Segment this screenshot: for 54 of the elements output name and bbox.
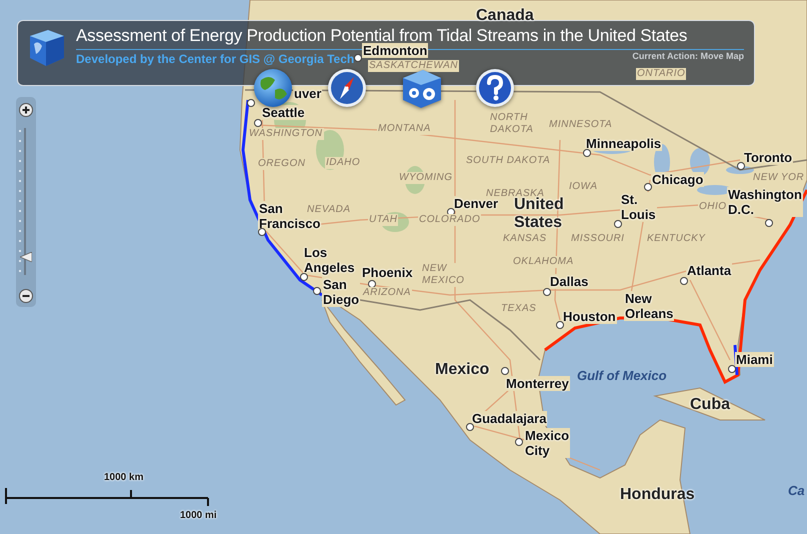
city-label: Dallas bbox=[549, 274, 590, 289]
state-label: OKLAHOMA bbox=[512, 256, 575, 268]
country-label: Mexico bbox=[435, 361, 490, 379]
zoom-slider-track[interactable] bbox=[19, 128, 31, 275]
city-label: Monterrey bbox=[505, 376, 570, 391]
city-label: uver bbox=[293, 86, 322, 101]
country-label: Honduras bbox=[620, 486, 695, 504]
city-marker-icon bbox=[614, 220, 622, 228]
zoom-out-icon[interactable] bbox=[19, 289, 33, 303]
city-label: Phoenix bbox=[361, 265, 414, 280]
city-label: San Diego bbox=[322, 277, 360, 307]
city-label: Chicago bbox=[651, 172, 704, 187]
country-label: Canada bbox=[476, 7, 534, 25]
compass-icon[interactable] bbox=[327, 68, 367, 108]
city-label: Guadalajara bbox=[471, 411, 548, 426]
app-subtitle: Developed by the Center for GIS @ Georgia Tech bbox=[76, 52, 354, 66]
city-label: Washington D.C. bbox=[727, 187, 803, 217]
city-label: Miami bbox=[735, 352, 774, 367]
city-label: Mexico City bbox=[524, 428, 570, 458]
city-label: Los Angeles bbox=[303, 245, 356, 275]
city-marker-icon bbox=[583, 149, 591, 157]
state-label: UTAH bbox=[368, 214, 398, 226]
city-label: Seattle bbox=[261, 105, 306, 120]
city-label: Denver bbox=[453, 196, 500, 211]
city-label: Minneapolis bbox=[585, 136, 662, 151]
city-label: St. Louis bbox=[620, 192, 657, 222]
state-label: COLORADO bbox=[418, 214, 482, 226]
city-label: Houston bbox=[562, 309, 617, 324]
city-marker-icon bbox=[466, 423, 474, 431]
zoom-in-icon[interactable] bbox=[19, 103, 33, 117]
water-label: Gulf of Mexico bbox=[577, 368, 667, 383]
city-marker-icon bbox=[556, 321, 564, 329]
state-label: WYOMING bbox=[398, 172, 454, 184]
scale-label: 1000 mi bbox=[180, 510, 217, 521]
state-label: ONTARIO bbox=[636, 68, 686, 80]
state-label: SASKATCHEWAN bbox=[368, 60, 459, 72]
state-label: IDAHO bbox=[325, 157, 362, 169]
zoom-slider-thumb[interactable] bbox=[20, 252, 32, 262]
state-label: WASHINGTON bbox=[248, 128, 324, 140]
city-label: Toronto bbox=[743, 150, 794, 165]
city-label: New Orleans bbox=[624, 291, 674, 321]
state-label: MONTANA bbox=[377, 123, 432, 135]
scale-label: 1000 km bbox=[104, 472, 144, 483]
city-marker-icon bbox=[258, 228, 266, 236]
state-label: NEW MEXICO bbox=[421, 263, 466, 287]
state-label: OHIO bbox=[698, 201, 728, 213]
current-action-status: Current Action: Move Map bbox=[632, 51, 744, 61]
water-label: Ca bbox=[788, 483, 805, 498]
country-label: Cuba bbox=[690, 396, 730, 414]
help-icon[interactable] bbox=[475, 68, 515, 108]
globe-icon[interactable] bbox=[253, 68, 293, 108]
city-marker-icon bbox=[300, 273, 308, 281]
city-label: Atlanta bbox=[686, 263, 732, 278]
state-label: OREGON bbox=[257, 158, 306, 170]
